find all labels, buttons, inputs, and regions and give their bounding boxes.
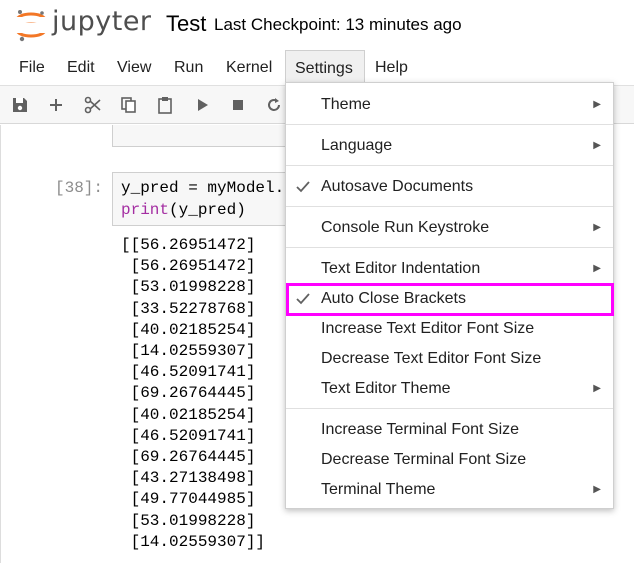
menu-divider: [286, 206, 613, 207]
submenu-arrow-icon: ▶: [593, 99, 601, 110]
menu-item-label: Terminal Theme: [321, 481, 436, 498]
menu-divider: [286, 165, 613, 166]
menu-file[interactable]: File: [10, 50, 54, 86]
menu-item-theme[interactable]: Theme ▶: [286, 90, 613, 120]
menu-item-indentation[interactable]: Text Editor Indentation ▶: [286, 254, 613, 284]
menu-item-label: Decrease Text Editor Font Size: [321, 350, 542, 367]
code-line-1: y_pred = myModel.: [121, 179, 285, 197]
menu-run[interactable]: Run: [165, 50, 212, 86]
print-keyword: print: [121, 201, 170, 219]
cell-prompt: [38]:: [55, 179, 104, 197]
stop-icon: [233, 100, 243, 110]
cut-icon: [84, 96, 101, 114]
submenu-arrow-icon: ▶: [593, 484, 601, 495]
jupyter-logo-icon[interactable]: [14, 8, 48, 42]
menu-item-label: Console Run Keystroke: [321, 219, 490, 236]
menu-kernel[interactable]: Kernel: [217, 50, 281, 86]
menu-help[interactable]: Help: [366, 50, 417, 86]
menubar: File Edit View Run Kernel Settings Help: [0, 50, 634, 86]
code-cell-input[interactable]: y_pred = myModel. print(y_pred): [112, 172, 312, 226]
submenu-arrow-icon: ▶: [593, 140, 601, 151]
menu-item-decrease-terminal-font[interactable]: Decrease Terminal Font Size: [286, 445, 613, 475]
menu-item-console-run[interactable]: Console Run Keystroke ▶: [286, 213, 613, 243]
cell-output: [[56.26951472] [56.26951472] [53.0199822…: [121, 236, 266, 551]
menu-settings[interactable]: Settings: [285, 50, 365, 86]
paste-icon: [158, 97, 172, 114]
header: jupyter Test Last Checkpoint: 13 minutes…: [0, 0, 634, 50]
menu-item-autosave[interactable]: Autosave Documents: [286, 172, 613, 202]
menu-item-label: Increase Terminal Font Size: [321, 421, 520, 438]
save-button[interactable]: [9, 94, 31, 116]
run-icon: [198, 99, 208, 111]
stop-button[interactable]: [227, 94, 249, 116]
add-icon: [50, 99, 62, 111]
copy-icon: [121, 97, 136, 113]
submenu-arrow-icon: ▶: [593, 263, 601, 274]
copy-button[interactable]: [118, 94, 140, 116]
notebook-title[interactable]: Test: [166, 11, 206, 37]
restart-icon: [268, 98, 280, 111]
checkpoint-status: Last Checkpoint: 13 minutes ago: [214, 15, 462, 34]
menu-item-label: Language: [321, 137, 393, 154]
menu-item-increase-editor-font[interactable]: Increase Text Editor Font Size: [286, 314, 613, 344]
menu-item-label: Text Editor Indentation: [321, 260, 481, 277]
brand-name: jupyter: [52, 6, 152, 37]
menu-item-label: Increase Text Editor Font Size: [321, 320, 535, 337]
checkmark-icon: [296, 172, 312, 202]
menu-item-label: Theme: [321, 96, 371, 113]
menu-view[interactable]: View: [108, 50, 160, 86]
save-icon: [13, 98, 27, 112]
settings-menu: Theme ▶ Language ▶ Autosave Documents Co…: [285, 82, 614, 509]
cut-button[interactable]: [82, 94, 104, 116]
submenu-arrow-icon: ▶: [593, 222, 601, 233]
submenu-arrow-icon: ▶: [593, 383, 601, 394]
menu-item-terminal-theme[interactable]: Terminal Theme ▶: [286, 475, 613, 505]
add-cell-button[interactable]: [45, 94, 67, 116]
menu-edit[interactable]: Edit: [58, 50, 104, 86]
run-button[interactable]: [191, 94, 213, 116]
menu-item-language[interactable]: Language ▶: [286, 131, 613, 161]
highlight-box: [286, 283, 614, 316]
menu-item-editor-theme[interactable]: Text Editor Theme ▶: [286, 374, 613, 404]
restart-button[interactable]: [263, 94, 285, 116]
menu-divider: [286, 408, 613, 409]
print-args: (y_pred): [169, 201, 246, 219]
menu-item-label: Decrease Terminal Font Size: [321, 451, 527, 468]
menu-item-label: Text Editor Theme: [321, 380, 451, 397]
menu-item-decrease-editor-font[interactable]: Decrease Text Editor Font Size: [286, 344, 613, 374]
menu-divider: [286, 247, 613, 248]
menu-item-increase-terminal-font[interactable]: Increase Terminal Font Size: [286, 415, 613, 445]
paste-button[interactable]: [154, 94, 176, 116]
code-line-2: print(y_pred): [121, 201, 246, 219]
previous-cell[interactable]: [112, 125, 312, 147]
menu-item-label: Autosave Documents: [321, 178, 474, 195]
menu-divider: [286, 124, 613, 125]
